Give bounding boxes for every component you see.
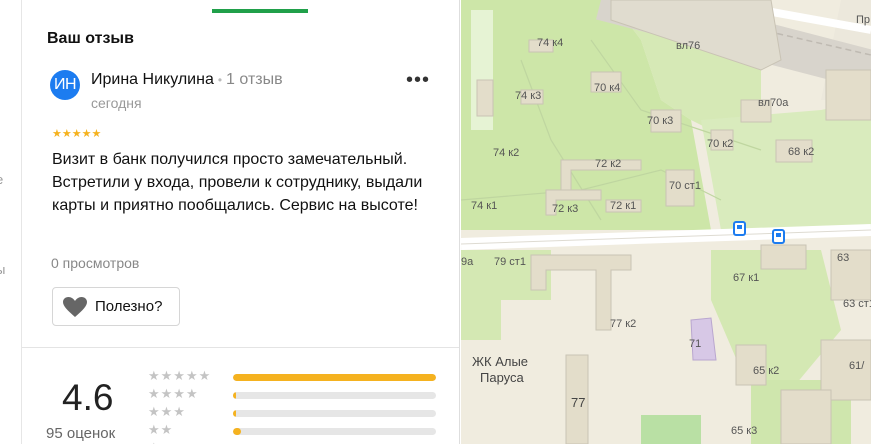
map-label: 68 к2 bbox=[788, 146, 815, 158]
map-label: 72 к1 bbox=[610, 200, 637, 212]
distribution-bar bbox=[233, 428, 436, 435]
active-tab-indicator bbox=[212, 9, 308, 13]
cut-text-fragment: ы bbox=[0, 262, 5, 277]
map-label: Паруса bbox=[480, 370, 524, 385]
distribution-bar bbox=[233, 392, 436, 399]
map-label: 74 к1 bbox=[471, 200, 498, 212]
distribution-stars: ★★★ bbox=[148, 404, 186, 419]
review-views: 0 просмотров bbox=[51, 255, 140, 271]
distribution-stars: ★★★★ bbox=[148, 386, 199, 401]
distribution-bar bbox=[233, 374, 436, 381]
map-label: 74 к4 bbox=[537, 37, 564, 49]
sports-field bbox=[641, 415, 701, 444]
map-label: 70 к4 bbox=[594, 82, 621, 94]
review-panel: Ваш отзыв ИН Ирина Никулина • 1 отзыв сего… bbox=[22, 0, 460, 444]
rating-count: 95 оценок bbox=[46, 425, 116, 442]
divider bbox=[22, 347, 459, 348]
map[interactable]: 74 к4 вл76 74 к3 70 к4 вл70а 70 к3 74 к2… bbox=[461, 0, 871, 444]
rating-distribution-row[interactable]: ★★★★ bbox=[148, 386, 448, 403]
distribution-bar-fill bbox=[233, 374, 436, 381]
map-label: вл76 bbox=[676, 40, 701, 52]
author-name[interactable]: Ирина Никулина bbox=[91, 71, 214, 88]
map-label: 77 bbox=[571, 395, 586, 410]
distribution-bar-fill bbox=[233, 410, 237, 417]
map-label: 65 к3 bbox=[731, 425, 758, 437]
separator-dot: • bbox=[217, 73, 223, 87]
map-label: 72 к3 bbox=[552, 203, 579, 215]
helpful-button[interactable]: Полезно? bbox=[52, 287, 180, 326]
cut-text-fragment: е bbox=[0, 172, 3, 187]
review-text: Визит в банк получился просто замечатель… bbox=[52, 151, 423, 214]
heart-icon bbox=[63, 297, 87, 317]
helpful-label: Полезно? bbox=[95, 298, 163, 315]
distribution-stars: ★ bbox=[148, 440, 161, 444]
review-date: сегодня bbox=[91, 95, 142, 111]
map-label: 70 к2 bbox=[707, 138, 734, 150]
distribution-bar-fill bbox=[233, 392, 237, 399]
map-label: 74 к2 bbox=[493, 147, 520, 159]
map-label: 9а bbox=[461, 256, 474, 268]
review-author: Ирина Никулина • 1 отзыв bbox=[91, 71, 283, 89]
map-label: вл70а bbox=[758, 97, 789, 109]
distribution-stars: ★★★★★ bbox=[148, 368, 212, 383]
map-label: ЖК Алые bbox=[472, 354, 529, 369]
map-label: 71 bbox=[689, 338, 702, 350]
left-panel-fragment: е ы bbox=[0, 0, 22, 444]
map-label: 74 к3 bbox=[515, 90, 542, 102]
distribution-bar-fill bbox=[233, 428, 242, 435]
review-rating-stars: ★★★★★ bbox=[52, 128, 102, 140]
rating-distribution-row[interactable]: ★★★★★ bbox=[148, 368, 448, 385]
average-rating: 4.6 bbox=[62, 377, 114, 418]
map-label: 67 к1 bbox=[733, 272, 760, 284]
map-label: 72 к2 bbox=[595, 158, 622, 170]
rating-distribution-row[interactable]: ★★★ bbox=[148, 404, 448, 421]
map-label: 63 ст1 bbox=[843, 298, 871, 310]
more-dots-icon[interactable]: ••• bbox=[406, 70, 430, 94]
map-label: 61/ bbox=[849, 360, 865, 372]
rating-distribution-row[interactable]: ★★ bbox=[148, 422, 448, 439]
map-label: 79 ст1 bbox=[494, 256, 526, 268]
tab-bar bbox=[22, 0, 459, 14]
map-label: 77 к2 bbox=[610, 318, 637, 330]
map-label: 70 к3 bbox=[647, 115, 674, 127]
bus-stop-icon[interactable] bbox=[733, 221, 746, 236]
author-review-count: 1 отзыв bbox=[226, 71, 283, 88]
section-title: Ваш отзыв bbox=[47, 30, 134, 47]
distribution-stars: ★★ bbox=[148, 422, 174, 437]
map-label: Пр bbox=[856, 14, 871, 26]
bus-stop-icon[interactable] bbox=[772, 229, 785, 244]
map-label: 63 bbox=[837, 252, 850, 264]
map-label: 70 ст1 bbox=[669, 180, 701, 192]
avatar[interactable]: ИН bbox=[50, 70, 80, 100]
map-label: 65 к2 bbox=[753, 365, 780, 377]
distribution-bar bbox=[233, 410, 436, 417]
